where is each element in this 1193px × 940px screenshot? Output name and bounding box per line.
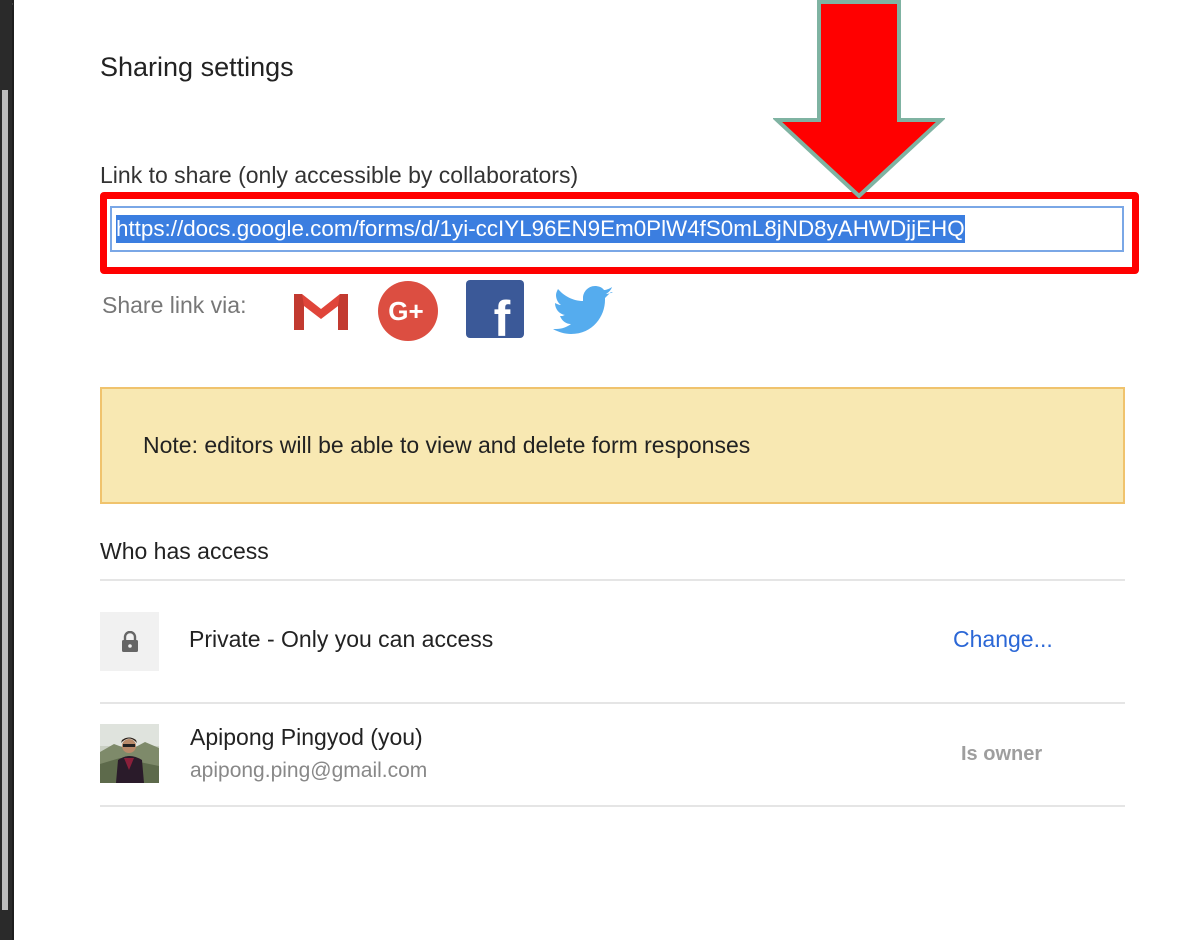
divider (100, 702, 1125, 704)
divider (100, 805, 1125, 807)
sharing-dialog: Sharing settings Link to share (only acc… (14, 0, 1193, 940)
avatar-photo (100, 724, 159, 783)
facebook-glyph: f (494, 291, 511, 342)
twitter-icon (553, 286, 613, 334)
facebook-icon: f (466, 280, 524, 347)
divider (100, 579, 1125, 581)
google-plus-glyph: G+ (388, 296, 423, 326)
backdrop-strip (2, 90, 8, 910)
who-has-access-heading: Who has access (100, 538, 269, 564)
google-plus-share-button[interactable]: G+ (377, 280, 439, 342)
facebook-share-button[interactable]: f (464, 280, 526, 347)
visibility-indicator (100, 612, 159, 671)
change-access-link[interactable]: Change... (953, 626, 1053, 653)
lock-icon (121, 630, 138, 652)
editor-note-text: Note: editors will be able to view and d… (143, 432, 751, 458)
gmail-icon (294, 294, 348, 330)
dialog-title: Sharing settings (100, 52, 294, 82)
annotation-arrow (773, 0, 945, 199)
owner-email: apipong.ping@gmail.com (190, 759, 428, 782)
owner-name: Apipong Pingyod (you) (190, 724, 423, 750)
visibility-text: Private - Only you can access (189, 626, 494, 652)
owner-role: Is owner (961, 743, 1043, 765)
highlight-box (100, 192, 1139, 274)
avatar (100, 724, 159, 783)
twitter-share-button[interactable] (551, 280, 613, 342)
google-plus-icon: G+ (378, 281, 438, 341)
link-label: Link to share (only accessible by collab… (100, 162, 579, 188)
backdrop-side (0, 0, 12, 940)
share-via-label: Share link via: (102, 292, 247, 318)
gmail-share-button[interactable] (290, 280, 352, 342)
editor-note: Note: editors will be able to view and d… (100, 387, 1125, 504)
